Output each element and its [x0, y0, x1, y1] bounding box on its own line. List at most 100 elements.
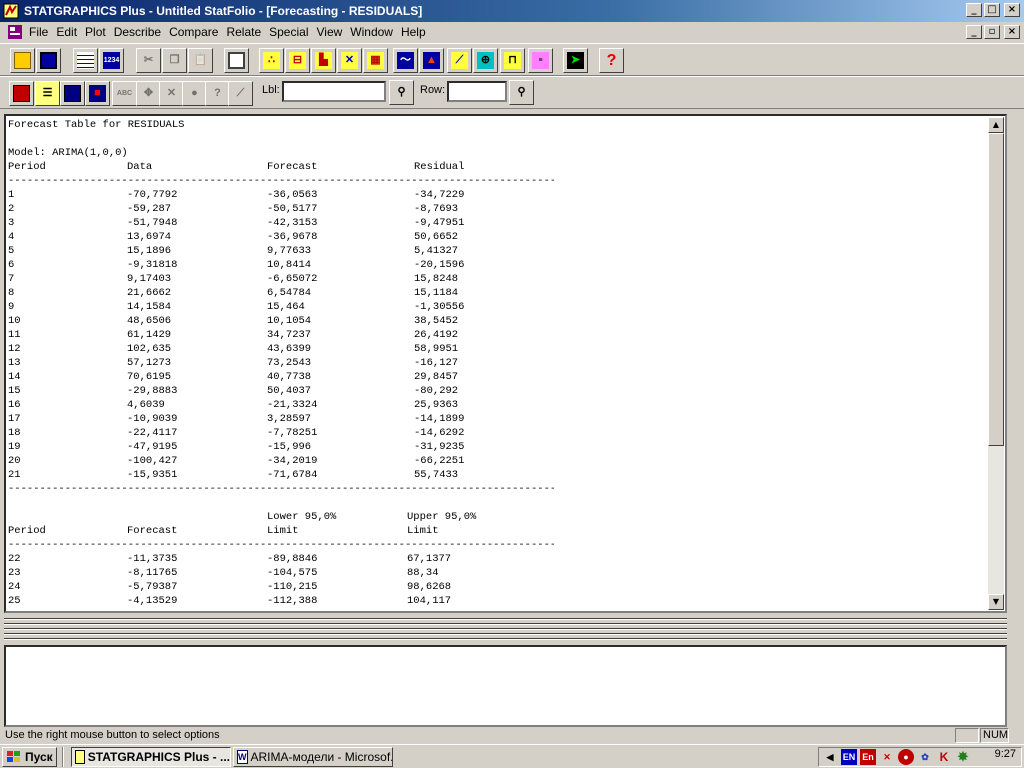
stat-advisor-button[interactable]: ≡ [528, 48, 553, 73]
menu-special[interactable]: Special [269, 25, 314, 39]
menu-window[interactable]: Window [350, 25, 399, 39]
open-folder-button[interactable] [10, 48, 35, 73]
matrix-plot-button[interactable]: ▦ [363, 48, 388, 73]
histogram-icon: ▙ [315, 52, 332, 69]
cell-value-2: 15,464 [267, 301, 305, 313]
cell-value-1: -11,3735 [127, 553, 178, 565]
tray-app-icon[interactable]: ✿ [917, 749, 933, 765]
input-dialog-button[interactable] [9, 81, 34, 106]
taskbar-statgraphics[interactable]: STATGRAPHICS Plus - ... [71, 747, 231, 767]
table-row: 25 -4,13529 -112,388 104,117 [8, 594, 990, 608]
table-row: 12 102,635 43,6399 58,9951 [8, 342, 990, 356]
taskbar-word-document[interactable]: W ARIMA-модели - Microsof... [233, 747, 393, 767]
menu-describe[interactable]: Describe [114, 25, 167, 39]
brush-button[interactable]: ✕ [159, 81, 184, 106]
save-button[interactable] [36, 48, 61, 73]
cell-value-3: -14,1899 [414, 413, 465, 425]
start-button[interactable]: Пуск [2, 747, 57, 767]
scroll-thumb[interactable] [988, 133, 1004, 446]
table-row: 9 14,1584 15,464 -1,30556 [8, 300, 990, 314]
antivirus-icon[interactable]: ● [898, 749, 914, 765]
distribution-button[interactable]: ▲ [419, 48, 444, 73]
kaspersky-icon[interactable]: K [936, 749, 952, 765]
cell-value-1: -70,7792 [127, 189, 178, 201]
doc-close-button[interactable]: × [1004, 25, 1020, 39]
lbl-input[interactable] [282, 81, 386, 102]
control-chart-button[interactable]: ⊓ [500, 48, 525, 73]
time-series-button[interactable]: 〜 [393, 48, 418, 73]
scroll-up-button[interactable]: ▲ [988, 117, 1004, 133]
menu-view[interactable]: View [316, 25, 348, 39]
print-button[interactable] [224, 48, 249, 73]
save-data-button[interactable]: 1234 [99, 48, 124, 73]
control-chart-icon: ⊓ [504, 52, 521, 69]
cell-value-3: -9,47951 [414, 217, 465, 229]
document-icon[interactable] [8, 25, 22, 39]
cut-button[interactable]: ✂ [136, 48, 161, 73]
help-button[interactable]: ? [599, 48, 624, 73]
network-icon[interactable]: ✕ [879, 749, 895, 765]
brush-icon: ✕ [166, 87, 177, 99]
trend-button[interactable]: ⟋ [447, 48, 472, 73]
lbl-locate-button[interactable]: ⚲ [389, 80, 414, 105]
speaker-icon[interactable]: ◀ [822, 749, 838, 765]
cell-value-2: -36,0563 [267, 189, 318, 201]
menu-plot[interactable]: Plot [85, 25, 112, 39]
boxplot-button[interactable]: ⊟ [285, 48, 310, 73]
doc-minimize-button[interactable]: _ [966, 25, 982, 39]
table-heading: Forecast Table for RESIDUALS [8, 119, 185, 131]
cell-value-1: -51,7948 [127, 217, 178, 229]
minimize-button[interactable]: _ [966, 3, 982, 17]
gear-tray-icon[interactable]: ✸ [955, 749, 971, 765]
graphical-options-button[interactable] [60, 81, 85, 106]
statgraphics-app-icon[interactable] [3, 3, 19, 19]
keyboard-layout-indicator[interactable]: En [860, 749, 876, 765]
cell-value-3: 50,6652 [414, 231, 459, 243]
identify-button[interactable]: ? [205, 81, 230, 106]
paste-button[interactable]: 📋 [188, 48, 213, 73]
graph-pane[interactable] [4, 645, 1007, 727]
table-row: 24 -5,79387 -110,215 98,6268 [8, 580, 990, 594]
move-button[interactable]: ✥ [136, 81, 161, 106]
doc-restore-button[interactable]: ▫ [984, 25, 1000, 39]
smooth-button[interactable]: ● [182, 81, 207, 106]
datasheet-button[interactable] [73, 48, 98, 73]
vertical-scrollbar[interactable]: ▲ ▼ [988, 117, 1004, 610]
tabular-options-button[interactable]: ☰ [35, 81, 60, 106]
globe-button[interactable]: ⊕ [473, 48, 498, 73]
scatterplot-button[interactable]: ∴ [259, 48, 284, 73]
restore-button[interactable]: □ [984, 3, 1000, 17]
pane-splitter[interactable] [4, 616, 1007, 642]
spreadsheet-icon [77, 52, 94, 69]
scroll-down-button[interactable]: ▼ [988, 594, 1004, 610]
row-locate-button[interactable]: ⚲ [509, 80, 534, 105]
cell-period: 10 [8, 315, 21, 327]
language-indicator[interactable]: EN [841, 749, 857, 765]
word-document-icon: W [237, 750, 248, 764]
menu-edit[interactable]: Edit [56, 25, 83, 39]
cell-value-2: 10,8414 [267, 259, 312, 271]
menu-relate[interactable]: Relate [226, 25, 267, 39]
menu-file[interactable]: File [29, 25, 54, 39]
line-button[interactable]: ⟋ [228, 81, 253, 106]
save-results-button[interactable]: ■ [85, 81, 110, 106]
cell-value-1: -29,8883 [127, 385, 178, 397]
table-row: 19 -47,9195 -15,996 -31,9235 [8, 440, 990, 454]
pane-options-button[interactable]: ABC [112, 81, 137, 106]
cell-value-2: -6,65072 [267, 273, 318, 285]
table-row: 7 9,17403 -6,65072 15,8248 [8, 272, 990, 286]
menu-help[interactable]: Help [401, 25, 432, 39]
cell-value-3: 29,8457 [414, 371, 459, 383]
row-input[interactable] [447, 81, 507, 102]
close-button[interactable]: × [1004, 3, 1020, 17]
arrow-button[interactable]: ➤ [563, 48, 588, 73]
cell-period: 15 [8, 385, 21, 397]
forecast-table-pane[interactable]: Forecast Table for RESIDUALS Model: ARIM… [4, 114, 1007, 613]
histogram-button[interactable]: ▙ [311, 48, 336, 73]
table-separator: ----------------------------------------… [8, 175, 554, 187]
table2-header-row: Period Forecast Limit Limit [8, 524, 990, 538]
xy-plot-button[interactable]: ✕ [337, 48, 362, 73]
copy-button[interactable]: ❐ [162, 48, 187, 73]
menu-compare[interactable]: Compare [169, 25, 224, 39]
cell-value-3: 67,1377 [407, 553, 452, 565]
